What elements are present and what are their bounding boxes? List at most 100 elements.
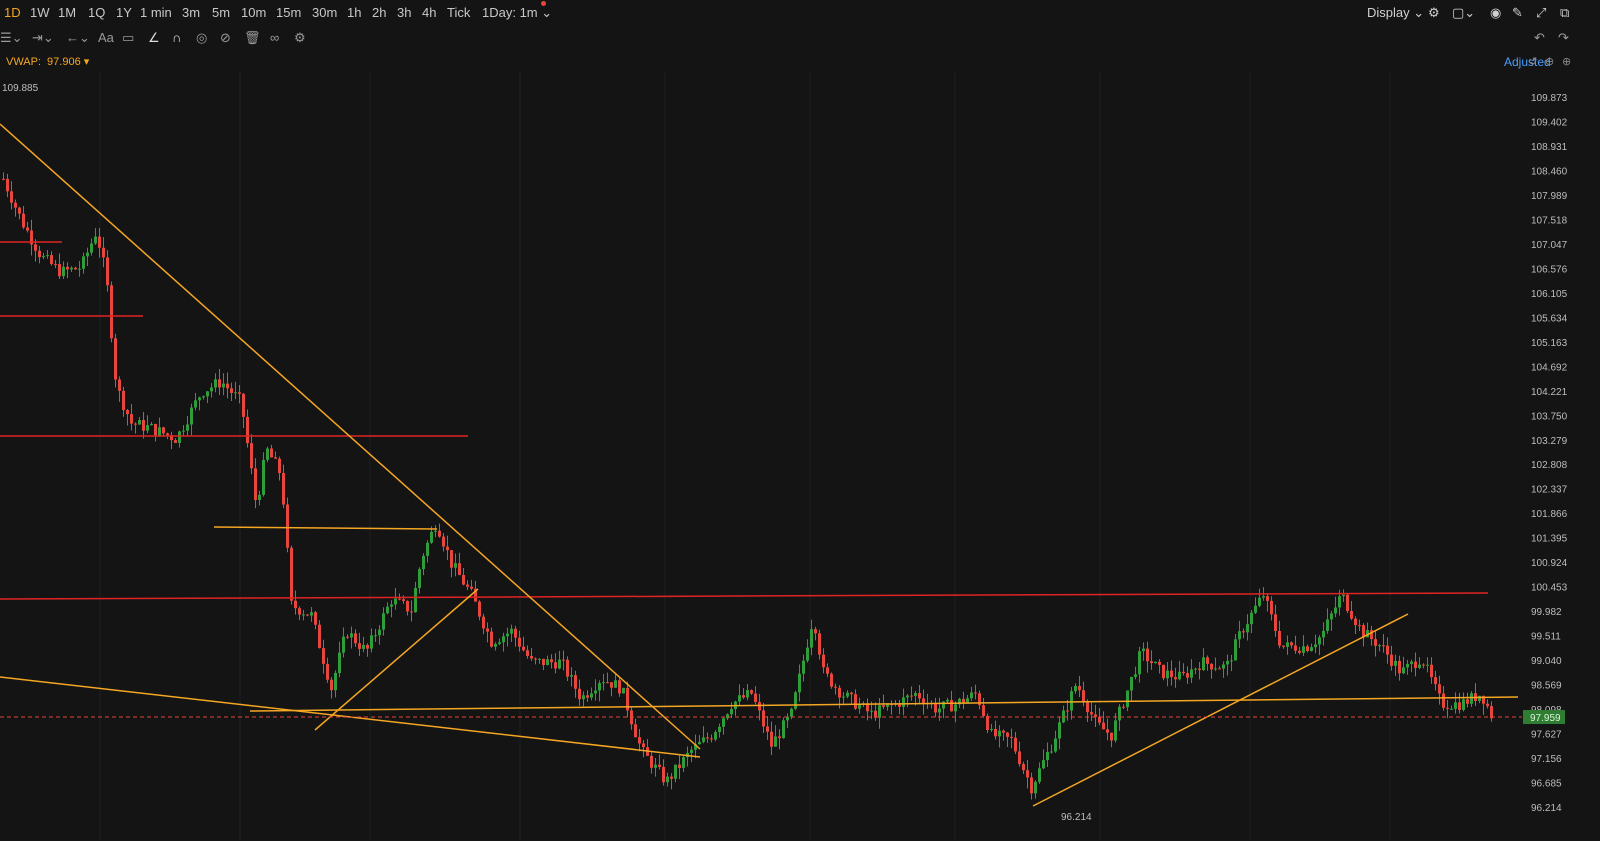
- candle-body: [306, 614, 309, 616]
- timeframe-3h[interactable]: 3h: [397, 5, 411, 20]
- timeframe-1q[interactable]: 1Q: [88, 5, 105, 20]
- candle-body: [1454, 702, 1457, 709]
- candle-body: [934, 703, 937, 713]
- candle-body: [470, 586, 473, 589]
- timeframe-1w[interactable]: 1W: [30, 5, 50, 20]
- reset-icon[interactable]: ↺: [1528, 55, 1537, 68]
- candle-body: [1146, 648, 1149, 662]
- candle-body: [962, 698, 965, 703]
- candle-body: [530, 655, 533, 659]
- candle-body: [726, 714, 729, 719]
- candle-body: [518, 637, 521, 647]
- timeframe-1y[interactable]: 1Y: [116, 5, 132, 20]
- candle-body: [1086, 702, 1089, 713]
- price-tick-label: 96.214: [1531, 803, 1562, 814]
- fullscreen-icon[interactable]: ⤢: [1536, 5, 1546, 21]
- timeframe-tick[interactable]: Tick: [447, 5, 470, 20]
- candle-body: [814, 629, 817, 634]
- candle-body: [578, 688, 581, 700]
- candle-body: [1094, 714, 1097, 717]
- display-menu[interactable]: Display ⌄: [1367, 5, 1424, 21]
- candle-body: [1002, 730, 1005, 733]
- timeframe-1day1m[interactable]: 1Day: 1m ⌄: [482, 5, 552, 21]
- candle-body: [730, 709, 733, 715]
- price-tick-label: 100.453: [1531, 583, 1568, 594]
- candle-body: [2, 178, 5, 180]
- undo-icon[interactable]: ↶: [1534, 30, 1545, 46]
- timeframe-30m[interactable]: 30m: [312, 5, 337, 20]
- candle-body: [266, 448, 269, 460]
- timeframe-3m[interactable]: 3m: [182, 5, 200, 20]
- zoom-in-icon[interactable]: ⊕: [1562, 55, 1571, 68]
- measure-icon[interactable]: ⇥⌄: [32, 30, 54, 46]
- eye-icon[interactable]: ◎: [196, 30, 207, 46]
- candle-body: [18, 207, 21, 214]
- candle-body: [1438, 684, 1441, 694]
- gear-icon[interactable]: ⚙: [294, 30, 306, 46]
- indicator-value: 97.906: [47, 56, 81, 68]
- current-price-label: 97.959: [1530, 713, 1561, 724]
- arrow-left-icon[interactable]: ←⌄: [66, 30, 90, 46]
- candle-body: [750, 690, 753, 694]
- candle-body: [110, 285, 113, 339]
- candle-body: [1214, 668, 1217, 670]
- timeframe-1h[interactable]: 1h: [347, 5, 361, 20]
- candle-body: [1410, 661, 1413, 664]
- link-icon[interactable]: ∞: [270, 30, 279, 45]
- candle-body: [1402, 667, 1405, 674]
- candle-body: [358, 643, 361, 649]
- timeframe-1min[interactable]: 1 min: [140, 5, 172, 20]
- candle-body: [450, 550, 453, 568]
- timeframe-10m[interactable]: 10m: [241, 5, 266, 20]
- pencil-icon[interactable]: ✎: [1512, 5, 1523, 21]
- price-tick-label: 99.982: [1531, 607, 1562, 618]
- timeframe-5m[interactable]: 5m: [212, 5, 230, 20]
- magnet-icon[interactable]: ∩: [172, 30, 181, 45]
- candle-body: [1202, 657, 1205, 671]
- settings-icon[interactable]: ⚙: [1428, 5, 1440, 21]
- candle-body: [62, 266, 65, 277]
- candle-body: [782, 720, 785, 739]
- candle-body: [1326, 619, 1329, 631]
- timeframe-15m[interactable]: 15m: [276, 5, 301, 20]
- candle-body: [938, 708, 941, 713]
- candle-body: [262, 459, 265, 495]
- line-tool-icon[interactable]: ∠: [148, 30, 160, 46]
- candle-body: [506, 633, 509, 637]
- candle-body: [430, 531, 433, 543]
- text-tool[interactable]: Aa: [98, 30, 114, 45]
- timeframe-1m[interactable]: 1M: [58, 5, 76, 20]
- candle-body: [702, 737, 705, 742]
- candle-body: [614, 680, 617, 688]
- hide-icon[interactable]: ⊘: [220, 30, 231, 46]
- candle-body: [242, 393, 245, 417]
- layout-icon[interactable]: ▢⌄: [1452, 5, 1475, 21]
- price-chart[interactable]: 109.873 109.402 108.931 108.460 107.989 107.5…: [0, 72, 1600, 841]
- vwap-indicator[interactable]: VWAP: 97.906 ▾: [6, 55, 89, 68]
- candle-body: [222, 383, 225, 388]
- camera-icon[interactable]: ◉: [1490, 5, 1501, 21]
- candle-body: [466, 584, 469, 587]
- candle-body: [718, 726, 721, 733]
- timeframe-2h[interactable]: 2h: [372, 5, 386, 20]
- candle-body: [66, 266, 69, 270]
- candle-body: [334, 673, 337, 691]
- candle-body: [442, 536, 445, 547]
- trash-icon[interactable]: 🗑: [244, 30, 261, 46]
- menu-icon[interactable]: ☰⌄: [0, 30, 23, 46]
- candle-body: [534, 658, 537, 660]
- timeframe-4h[interactable]: 4h: [422, 5, 436, 20]
- price-axis-bg: [1522, 72, 1600, 841]
- timeframe-1d[interactable]: 1D: [4, 5, 21, 20]
- redo-icon[interactable]: ↷: [1558, 30, 1569, 46]
- candle-body: [546, 659, 549, 665]
- candle-body: [1314, 644, 1317, 648]
- zoom-out-icon[interactable]: ⊖: [1545, 55, 1554, 68]
- candle-body: [1046, 751, 1049, 761]
- candle-body: [138, 420, 141, 425]
- popout-icon[interactable]: ⧉: [1560, 5, 1569, 21]
- candle-body: [1030, 777, 1033, 794]
- candle-body: [1014, 737, 1017, 752]
- comment-icon[interactable]: ▭: [122, 30, 134, 46]
- candle-body: [414, 587, 417, 613]
